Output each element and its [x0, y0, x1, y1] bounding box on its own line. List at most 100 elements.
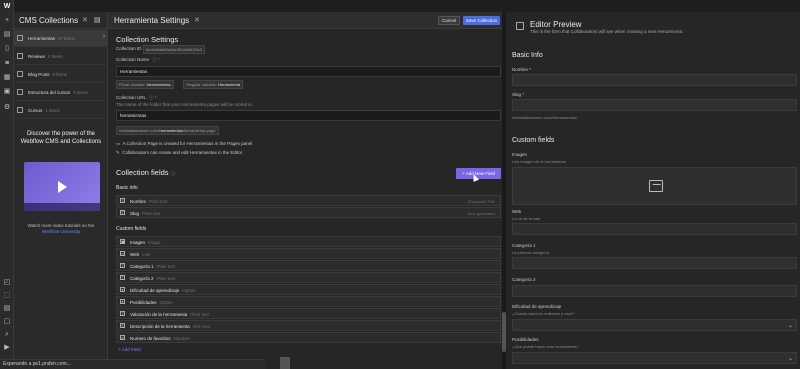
note-pages: ▭ A Collection Page is created for Herra…: [116, 141, 253, 146]
field-row-categoria-1[interactable]: T Categoría 1 Plain text: [116, 260, 501, 271]
preview-slug-input[interactable]: [512, 99, 797, 111]
field-row-favoritos[interactable]: # Numero de favoritos Number: [116, 332, 501, 343]
close-icon[interactable]: ✕: [82, 16, 88, 24]
singular-label: Singular variable: [186, 82, 216, 87]
preview-slug-label: Slug *: [512, 92, 525, 97]
collection-item-reviews[interactable]: Reviews 0 items: [14, 48, 108, 65]
assets-icon[interactable]: ▣: [3, 88, 11, 96]
field-row-dificultad[interactable]: ▾ Dificultad de aprendizaje Option: [116, 284, 501, 295]
collection-icon: [17, 89, 23, 95]
play-icon[interactable]: [58, 181, 67, 193]
cms-icon[interactable]: ≡: [3, 60, 11, 68]
ecommerce-icon[interactable]: ▦: [3, 74, 11, 82]
fields-title-text: Collection fields: [116, 168, 169, 177]
note-editor-text: Collaborators can create and edit Herram…: [122, 150, 244, 155]
settings-icon[interactable]: ⚙: [3, 104, 11, 112]
option-icon: ▾: [120, 287, 125, 292]
search-icon[interactable]: ⌕: [3, 331, 11, 339]
field-row-descripcion[interactable]: ¶ Descripción de la herramienta Rich text: [116, 320, 501, 331]
chevron-right-icon: ›: [103, 34, 105, 40]
pages-icon[interactable]: ▯: [3, 45, 11, 53]
field-type: Number: [173, 335, 190, 341]
cms-promo: Discover the power of the Webflow CMS an…: [19, 127, 103, 239]
webflow-logo[interactable]: W: [3, 3, 11, 11]
field-type: Image: [148, 239, 161, 245]
image-icon: [649, 180, 663, 192]
select-icon[interactable]: ◰: [3, 279, 11, 287]
url-suffix: /herramienta-page: [182, 128, 216, 133]
field-type: Plain text: [156, 263, 176, 269]
field-name: Imagen: [130, 239, 146, 245]
preview-subtitle: This is the form that Collaborators will…: [530, 29, 683, 34]
collection-item-blog-posts[interactable]: Blog Posts 0 items: [14, 66, 108, 83]
preview-posibilidades-select[interactable]: ⌄: [512, 352, 797, 364]
collection-url-input[interactable]: herramientas: [116, 110, 501, 121]
field-row-nombre[interactable]: T Nombre Plain text (Required) Title: [116, 195, 501, 206]
singular-value: Herramienta: [218, 82, 241, 87]
video-icon[interactable]: ▶: [3, 344, 11, 352]
preview-web-input[interactable]: [512, 223, 797, 235]
singular-variable-chip[interactable]: Singular variable: Herramienta: [183, 80, 244, 89]
settings-title: Herramienta Settings: [114, 16, 190, 25]
preview-cat1-input[interactable]: [512, 257, 797, 269]
field-row-slug[interactable]: T Slug Plain text Auto-generated: [116, 207, 501, 218]
close-icon[interactable]: ✕: [194, 16, 200, 24]
info-icon[interactable]: ⓘ: [171, 171, 176, 177]
preview-dificultad-select[interactable]: ⌄: [512, 319, 797, 331]
field-row-posibilidades[interactable]: ▾ Posibilidades Option: [116, 296, 501, 307]
add-field-link[interactable]: + Add Field: [118, 347, 141, 352]
preview-custom-fields: Custom fields: [512, 137, 555, 144]
field-row-web[interactable]: ∞ Web Link: [116, 248, 501, 259]
id-label-text: Collection ID: [116, 46, 142, 51]
field-name: Posibilidades: [130, 299, 157, 305]
plural-variable-chip[interactable]: Plural variable: Herramientas: [116, 80, 174, 89]
add-icon[interactable]: +: [3, 17, 11, 25]
add-new-field-button[interactable]: + Add New Field: [456, 168, 501, 179]
preview-image-upload[interactable]: [512, 167, 797, 205]
navigator-icon[interactable]: ▤: [3, 31, 11, 39]
note-pages-text: A Collection Page is created for Herrami…: [122, 141, 253, 146]
webflow-university-link[interactable]: Webflow University: [42, 229, 80, 234]
url-slug: herramientas: [159, 128, 183, 133]
save-collection-button[interactable]: Save Collection: [463, 16, 500, 25]
add-collection-icon[interactable]: ▤: [94, 16, 101, 24]
collection-item-estructura[interactable]: Estructura del cursos 0 items: [14, 84, 108, 101]
collection-name: Estructura del cursos: [28, 90, 71, 95]
preview-dificultad-hint: ¿Cuánto tarda en entender y usar?: [512, 311, 575, 316]
collection-count: 0 items: [52, 72, 68, 77]
preview-posibilidades-label: Posibilidades: [512, 337, 539, 342]
url-prefix: revistafatautustrn.com/: [119, 128, 160, 133]
preview-title: Editor Preview: [530, 20, 582, 29]
promo-video[interactable]: [24, 162, 100, 211]
chevron-down-icon: ⌄: [787, 356, 793, 362]
collection-name: Blog Posts: [28, 72, 50, 77]
field-name: Numero de favoritos: [130, 335, 171, 341]
text-field-icon: T: [120, 198, 125, 203]
collection-id-value[interactable]: 5ecfcf6ab60a0ae361a6b51f3c3: [143, 45, 206, 54]
field-meta: (Required) Title: [467, 198, 495, 204]
collection-item-herramientas[interactable]: Herramientas 27 items ›: [14, 30, 108, 47]
field-row-valoracion[interactable]: T Valoración de la herramienta Plain text: [116, 308, 501, 319]
collection-name-input[interactable]: Herramientas: [116, 66, 501, 77]
comments-icon[interactable]: ▢: [3, 318, 11, 326]
layers-icon[interactable]: ▤: [3, 305, 11, 313]
video-strip: [24, 203, 100, 211]
promo-title: Discover the power of the Webflow CMS an…: [20, 131, 102, 145]
field-row-categoria-2[interactable]: T Categoría 2 Plain text: [116, 272, 501, 283]
field-meta: Auto-generated: [467, 210, 495, 216]
preview-nombre-input[interactable]: [512, 74, 797, 86]
cancel-button[interactable]: Cancel: [438, 16, 460, 25]
status-block: [280, 357, 290, 369]
crop-icon[interactable]: ⬚: [3, 292, 11, 300]
webflow-cms-window: { "rail": {"logo": "W"}, "collections": …: [0, 0, 800, 369]
collection-id-label: Collection ID: [116, 46, 142, 51]
collection-icon: [17, 35, 23, 41]
field-row-imagen[interactable]: ▣ Imagen Image: [116, 236, 501, 247]
preview-cat2-input[interactable]: [512, 285, 797, 297]
collection-item-cursos[interactable]: Cursos 1 items: [14, 102, 108, 119]
info-icon[interactable]: ⓘ *: [152, 57, 160, 63]
field-name: Categoría 1: [130, 263, 154, 269]
preview-dificultad-label: Dificultad de aprendizaje: [512, 304, 562, 309]
collection-name: Cursos: [28, 108, 43, 113]
info-icon[interactable]: ⓘ *: [149, 95, 157, 101]
